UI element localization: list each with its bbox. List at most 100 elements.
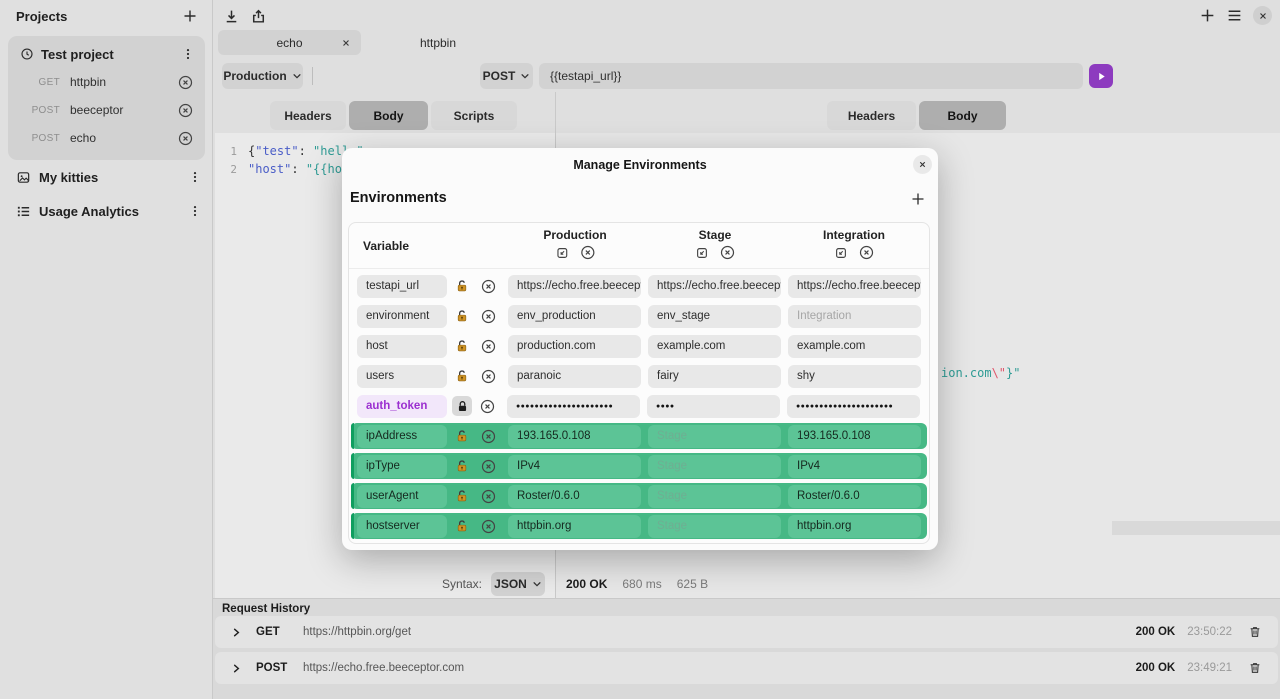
sidebar-section-usage-analytics[interactable]: Usage Analytics <box>0 196 212 226</box>
variable-value-input-integration[interactable]: Integration <box>788 305 921 328</box>
delete-environment-icon[interactable] <box>580 245 595 260</box>
variable-value-input-integration[interactable]: 193.165.0.108 <box>788 425 921 448</box>
variable-value-input-production[interactable]: 193.165.0.108 <box>508 425 641 448</box>
expand-row-icon[interactable] <box>231 663 242 674</box>
variable-value-input-stage[interactable]: Stage <box>648 425 781 448</box>
lock-closed-icon[interactable] <box>452 396 472 416</box>
tab-response-body[interactable]: Body <box>919 101 1006 130</box>
tab-request-body[interactable]: Body <box>349 101 428 130</box>
variable-value-input-integration[interactable]: example.com <box>788 335 921 358</box>
lock-open-icon[interactable] <box>454 519 470 533</box>
sidebar-item-echo[interactable]: POSTecho <box>8 124 205 152</box>
variable-value-input-production[interactable]: production.com <box>508 335 641 358</box>
add-environment-icon[interactable] <box>910 191 926 207</box>
sidebar-item-beeceptor[interactable]: POSTbeeceptor <box>8 96 205 124</box>
variable-value-input-production[interactable]: env_production <box>508 305 641 328</box>
delete-variable-icon[interactable] <box>481 369 496 384</box>
sidebar-item-httpbin[interactable]: GEThttpbin <box>8 68 205 96</box>
history-row[interactable]: POSThttps://echo.free.beeceptor.com200 O… <box>215 652 1278 684</box>
delete-variable-icon[interactable] <box>481 489 496 504</box>
duplicate-environment-icon[interactable] <box>834 245 848 260</box>
kebab-menu-icon[interactable] <box>181 47 195 61</box>
expand-row-icon[interactable] <box>231 627 242 638</box>
variable-value-input-integration[interactable]: httpbin.org <box>788 515 921 538</box>
download-icon[interactable] <box>222 7 240 25</box>
trash-icon[interactable] <box>1248 661 1262 675</box>
environment-select[interactable]: Production <box>222 63 303 89</box>
delete-variable-icon[interactable] <box>481 429 496 444</box>
variable-name-input[interactable]: environment <box>357 305 447 328</box>
duplicate-environment-icon[interactable] <box>555 245 569 260</box>
variable-name-input[interactable]: auth_token <box>357 395 447 418</box>
variable-value-input-stage[interactable]: ●●●● <box>647 395 780 418</box>
delete-variable-icon[interactable] <box>481 519 496 534</box>
variable-name-input[interactable]: host <box>357 335 447 358</box>
variable-value-input-integration[interactable]: IPv4 <box>788 455 921 478</box>
delete-variable-icon[interactable] <box>480 399 495 414</box>
delete-variable-icon[interactable] <box>481 279 496 294</box>
variable-value-input-stage[interactable]: https://echo.free.beecepto <box>648 275 781 298</box>
send-button[interactable] <box>1089 64 1113 88</box>
delete-variable-icon[interactable] <box>481 459 496 474</box>
lock-open-icon[interactable] <box>454 429 470 443</box>
variable-value-input-stage[interactable]: fairy <box>648 365 781 388</box>
lock-open-icon[interactable] <box>454 459 470 473</box>
tab-request-headers[interactable]: Headers <box>270 101 346 130</box>
sidebar-section-my-kitties[interactable]: My kitties <box>0 162 212 192</box>
tab-httpbin[interactable]: httpbin <box>366 30 510 55</box>
variable-value-input-stage[interactable]: env_stage <box>648 305 781 328</box>
delete-variable-icon[interactable] <box>481 309 496 324</box>
variable-value-input-stage[interactable]: Stage <box>648 515 781 538</box>
tab-request-scripts[interactable]: Scripts <box>431 101 517 130</box>
lock-open-icon[interactable] <box>454 339 470 353</box>
add-project-icon[interactable] <box>182 8 198 24</box>
variable-value-input-stage[interactable]: example.com <box>648 335 781 358</box>
variable-value-input-integration[interactable]: shy <box>788 365 921 388</box>
variable-value-input-integration[interactable]: https://echo.free.beecepto <box>788 275 921 298</box>
variable-name-input[interactable]: users <box>357 365 447 388</box>
delete-environment-icon[interactable] <box>859 245 874 260</box>
variable-name-input[interactable]: testapi_url <box>357 275 447 298</box>
syntax-select[interactable]: JSON <box>491 572 545 596</box>
close-tab-icon[interactable] <box>341 38 351 48</box>
variable-value-input-integration[interactable]: Roster/0.6.0 <box>788 485 921 508</box>
window-close-icon[interactable] <box>1253 6 1272 25</box>
variable-value-input-production[interactable]: paranoic <box>508 365 641 388</box>
lock-open-icon[interactable] <box>454 309 470 323</box>
lock-open-icon[interactable] <box>454 279 470 293</box>
variable-value-input-production[interactable]: https://echo.free.beecepto <box>508 275 641 298</box>
variable-name-input[interactable]: userAgent <box>357 485 447 508</box>
tab-response-headers[interactable]: Headers <box>827 101 916 130</box>
environments-table: Variable Production Stage Integration te… <box>348 222 930 544</box>
share-icon[interactable] <box>249 7 267 25</box>
menu-icon[interactable] <box>1226 7 1243 24</box>
lock-open-icon[interactable] <box>454 489 470 503</box>
variable-value-input-stage[interactable]: Stage <box>648 485 781 508</box>
modal-close-icon[interactable] <box>913 155 932 174</box>
remove-request-icon[interactable] <box>178 103 193 118</box>
variable-value-input-production[interactable]: IPv4 <box>508 455 641 478</box>
variable-value-input-production[interactable]: Roster/0.6.0 <box>508 485 641 508</box>
delete-environment-icon[interactable] <box>720 245 735 260</box>
variable-name-input[interactable]: ipType <box>357 455 447 478</box>
add-tab-icon[interactable] <box>1199 7 1216 24</box>
history-row[interactable]: GEThttps://httpbin.org/get200 OK23:50:22 <box>215 616 1278 648</box>
lock-open-icon[interactable] <box>454 369 470 383</box>
variable-value-input-stage[interactable]: Stage <box>648 455 781 478</box>
url-input[interactable]: {{testapi_url}} <box>539 63 1083 89</box>
variable-name-input[interactable]: ipAddress <box>357 425 447 448</box>
variable-value-input-production[interactable]: ●●●●●●●●●●●●●●●●●●●●● <box>507 395 640 418</box>
kebab-menu-icon[interactable] <box>188 170 202 184</box>
variable-value-input-integration[interactable]: ●●●●●●●●●●●●●●●●●●●●● <box>787 395 920 418</box>
project-header[interactable]: Test project <box>8 40 205 68</box>
variable-name-input[interactable]: hostserver <box>357 515 447 538</box>
remove-request-icon[interactable] <box>178 131 193 146</box>
method-select[interactable]: POST <box>480 63 533 89</box>
trash-icon[interactable] <box>1248 625 1262 639</box>
kebab-menu-icon[interactable] <box>188 204 202 218</box>
delete-variable-icon[interactable] <box>481 339 496 354</box>
duplicate-environment-icon[interactable] <box>695 245 709 260</box>
tab-echo[interactable]: echo <box>218 30 361 55</box>
variable-value-input-production[interactable]: httpbin.org <box>508 515 641 538</box>
remove-request-icon[interactable] <box>178 75 193 90</box>
